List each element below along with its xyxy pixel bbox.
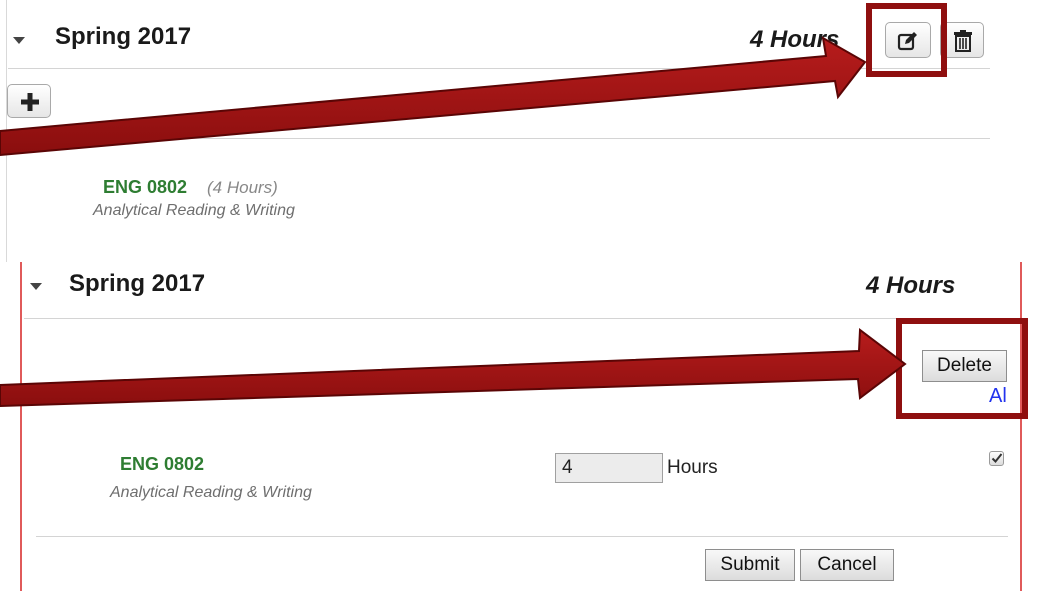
annotation-arrow-to-delete (0, 328, 907, 408)
annotation-arrows (0, 36, 907, 408)
annotation-arrow-to-edit (0, 36, 867, 157)
